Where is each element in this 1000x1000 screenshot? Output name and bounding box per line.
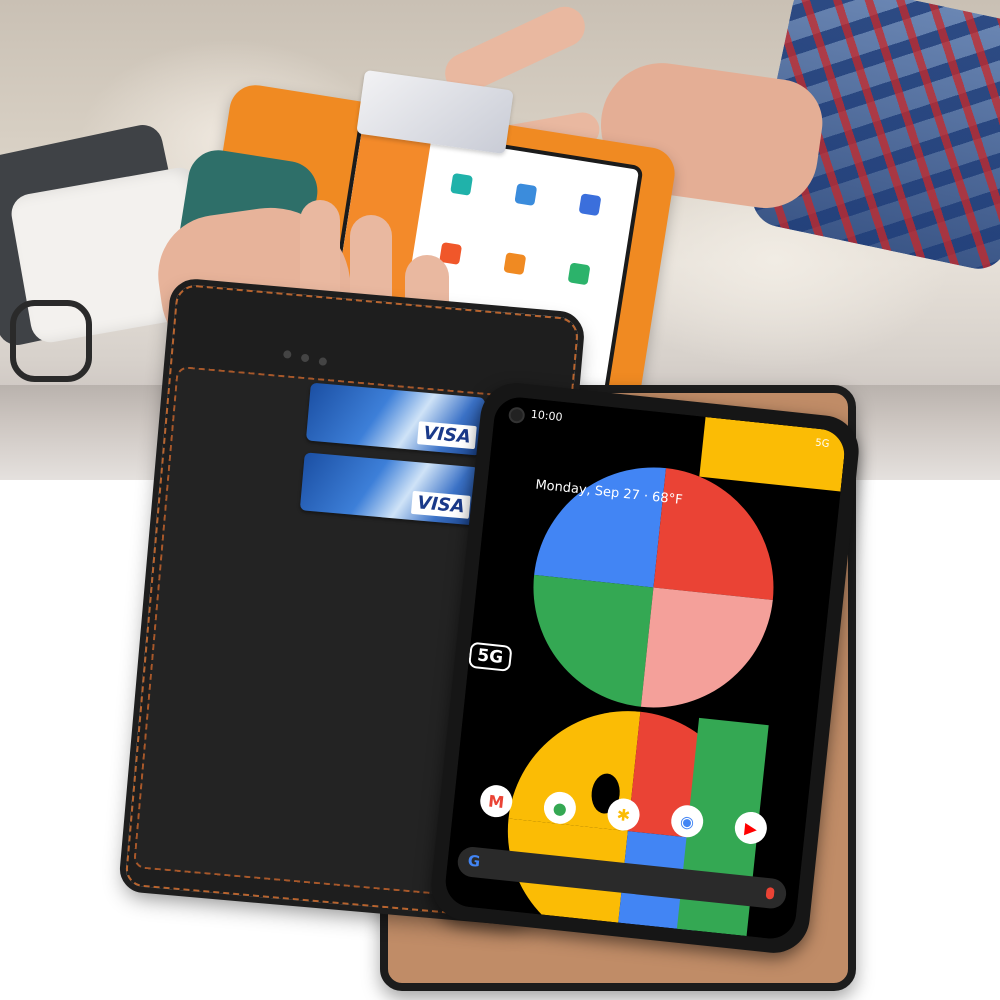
pos-app-tile [547,248,609,310]
pos-app-tile [558,179,620,241]
smartphone: 10:00 5G Monday, Sep 27 · 68°F 5G M ● ✱ ◉ ▶ … [427,379,863,957]
gmail-icon[interactable]: M [478,783,514,819]
photos-icon[interactable]: ✱ [605,796,642,833]
pos-app-tile [430,158,492,220]
visa-logo: VISA [411,490,471,519]
pos-app-tile [483,238,545,300]
magnet-dot [282,350,292,359]
5g-badge: 5G [468,641,513,672]
maps-icon[interactable]: ● [542,790,578,826]
wristwatch [10,300,92,382]
google-logo-icon: G [466,851,482,871]
chrome-icon[interactable]: ◉ [669,803,705,839]
mic-icon[interactable] [765,886,775,900]
visa-logo: VISA [417,421,477,450]
magnet-dot [318,357,328,366]
status-network: 5G [814,437,830,451]
phone-screen: 10:00 5G Monday, Sep 27 · 68°F 5G M ● ✱ ◉ ▶ … [443,395,847,941]
pos-app-tile [494,169,556,231]
magnet-dot [300,353,310,363]
youtube-icon[interactable]: ▶ [733,810,769,846]
